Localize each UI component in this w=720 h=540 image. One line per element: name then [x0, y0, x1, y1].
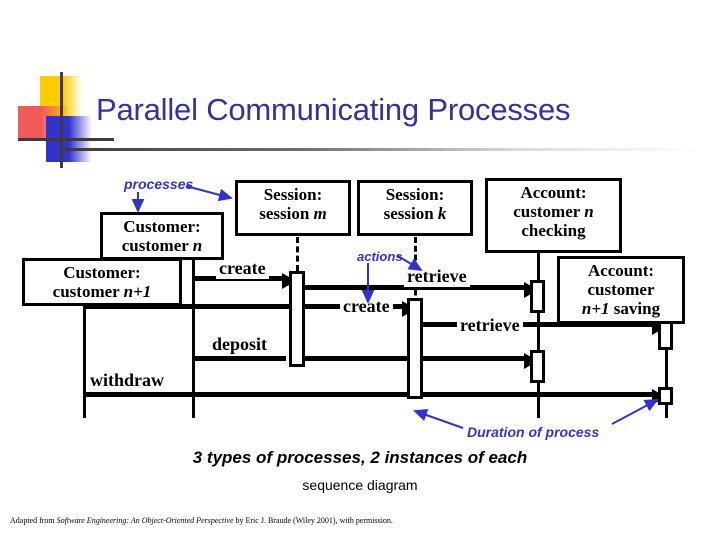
message-deposit-line [194, 356, 286, 361]
activation-account-n1-saving-2 [658, 387, 673, 405]
message-withdraw-line-2 [418, 392, 656, 397]
object-box-session-m: Session: session m [235, 180, 351, 236]
message-withdraw-line [85, 392, 407, 397]
message-deposit-label: deposit [209, 334, 271, 355]
slide-canvas: Parallel Communicating Processes create … [0, 0, 720, 540]
annotation-processes: processes [124, 176, 194, 192]
activation-session-k [407, 298, 423, 399]
object-line2-italic: n [192, 236, 203, 255]
object-line2: session [383, 204, 438, 223]
message-create-1-label: create [216, 258, 269, 279]
object-box-account-n-checking: Account: customer n checking [485, 178, 622, 253]
activation-session-m [289, 271, 305, 367]
object-line1: Customer: [63, 263, 141, 282]
object-line2: customer [121, 236, 193, 255]
object-line2-italic: k [437, 204, 447, 223]
message-withdraw-label: withdraw [87, 370, 168, 391]
object-line2: customer [513, 202, 585, 221]
object-line1: Session: [385, 185, 445, 204]
annotation-actions: actions [357, 249, 403, 264]
object-line1: Session: [263, 185, 323, 204]
object-line2-italic: n+1 [123, 282, 152, 301]
object-line2: session [259, 204, 314, 223]
lifeline-session-m [296, 237, 299, 271]
message-retrieve-1-label: retrieve [404, 266, 470, 287]
object-line2: customer [587, 280, 655, 299]
footer-prefix: Adapted from [10, 516, 57, 525]
object-line2-italic: n [584, 202, 594, 221]
object-line3-italic: n+1 [581, 299, 610, 318]
object-line3: checking [521, 221, 586, 240]
footer-suffix: by Eric J. Braude (Wiley 2001), with per… [233, 516, 393, 525]
object-line2: customer [52, 282, 124, 301]
object-box-customer-n1: Customer: customer n+1 [22, 258, 182, 306]
caption-sub: sequence diagram [302, 477, 418, 493]
object-line2-italic: m [313, 204, 327, 223]
object-line1: Account: [587, 261, 655, 280]
object-line1: Account: [520, 183, 587, 202]
object-box-account-n1-saving: Account: customer n+1 saving [557, 256, 685, 324]
activation-account-n-checking-1 [530, 280, 545, 313]
object-box-customer-n: Customer: customer n [100, 212, 224, 260]
lifeline-customer-n1 [83, 305, 86, 418]
message-retrieve-2-label: retrieve [457, 315, 523, 336]
caption-main: 3 types of processes, 2 instances of eac… [192, 448, 528, 467]
message-create-2-label: create [340, 296, 393, 317]
footer-title: Software Engineering: An Object-Oriented… [56, 516, 234, 525]
source-attribution: Adapted from Software Engineering: An Ob… [10, 516, 710, 525]
annotation-duration-of-process: Duration of process [467, 424, 600, 440]
object-line1: Customer: [123, 217, 201, 236]
activation-account-n-checking-2 [530, 350, 545, 383]
object-box-session-k: Session: session k [357, 180, 473, 236]
object-line3: saving [609, 299, 661, 318]
